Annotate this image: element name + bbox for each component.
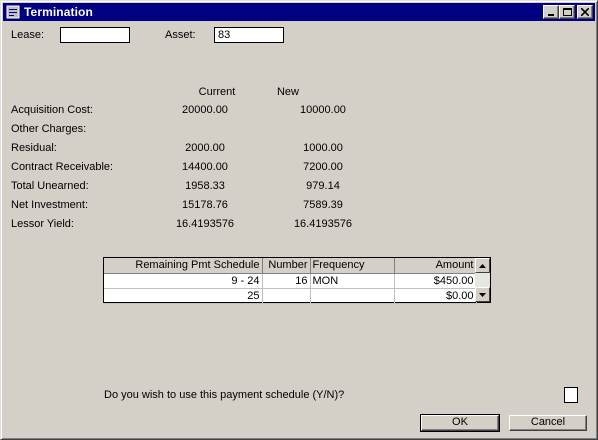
- number-header[interactable]: Number: [262, 258, 311, 274]
- arrow-down-icon: [479, 292, 486, 297]
- close-button[interactable]: [577, 5, 593, 19]
- asset-input[interactable]: 83: [214, 27, 284, 43]
- acquisition-cost-new: 10000.00: [300, 104, 346, 116]
- amount-header[interactable]: Amount: [394, 258, 477, 274]
- maximize-button[interactable]: [559, 5, 575, 19]
- frequency-cell[interactable]: [310, 288, 395, 304]
- lease-input[interactable]: [60, 27, 130, 43]
- residual-new: 1000.00: [303, 142, 343, 154]
- schedule-cell[interactable]: 25: [104, 288, 263, 304]
- frequency-header[interactable]: Frequency: [310, 258, 395, 274]
- current-column-header: Current: [198, 86, 236, 98]
- scroll-track[interactable]: [475, 273, 490, 287]
- acquisition-cost-current: 20000.00: [182, 104, 228, 116]
- cancel-button[interactable]: Cancel: [509, 415, 587, 431]
- contract-receivable-label: Contract Receivable:: [11, 161, 114, 173]
- scroll-up-button[interactable]: [475, 258, 490, 273]
- amount-cell[interactable]: $450.00: [394, 273, 477, 289]
- payment-schedule-prompt: Do you wish to use this payment schedule…: [104, 389, 345, 401]
- window-title: Termination: [24, 5, 93, 19]
- lessor-yield-label: Lessor Yield:: [11, 218, 74, 230]
- total-unearned-label: Total Unearned:: [11, 180, 89, 192]
- contract-receivable-new: 7200.00: [303, 161, 343, 173]
- acquisition-cost-label: Acquisition Cost:: [11, 104, 93, 116]
- number-cell[interactable]: 16: [262, 273, 311, 289]
- arrow-up-icon: [479, 263, 486, 268]
- total-unearned-current: 1958.33: [185, 180, 225, 192]
- use-schedule-input[interactable]: [564, 387, 578, 403]
- number-cell[interactable]: [262, 288, 311, 304]
- lessor-yield-current: 16.4193576: [175, 218, 235, 230]
- maximize-icon: [562, 8, 572, 16]
- scroll-down-button[interactable]: [475, 287, 490, 302]
- residual-label: Residual:: [11, 142, 57, 154]
- lessor-yield-new: 16.4193576: [293, 218, 353, 230]
- new-column-header: New: [276, 86, 299, 98]
- amount-cell[interactable]: $0.00: [394, 288, 477, 304]
- contract-receivable-current: 14400.00: [182, 161, 228, 173]
- document-icon: [6, 5, 20, 19]
- total-unearned-new: 979.14: [306, 180, 340, 192]
- net-investment-current: 15178.76: [182, 199, 228, 211]
- ok-button[interactable]: OK: [420, 414, 500, 432]
- payment-schedule-grid[interactable]: Remaining Pmt Schedule Number Frequency …: [103, 257, 491, 304]
- residual-current: 2000.00: [185, 142, 225, 154]
- title-bar[interactable]: Termination: [3, 3, 595, 21]
- schedule-header[interactable]: Remaining Pmt Schedule: [104, 258, 263, 274]
- table-row[interactable]: 9 - 24 16 MON $450.00: [104, 273, 477, 289]
- other-charges-label: Other Charges:: [11, 123, 87, 135]
- termination-window: Termination Lease: Asset: 83 Current New…: [0, 0, 598, 440]
- schedule-scrollbar[interactable]: [475, 258, 490, 302]
- net-investment-label: Net Investment:: [11, 199, 89, 211]
- schedule-cell[interactable]: 9 - 24: [104, 273, 263, 289]
- net-investment-new: 7589.39: [303, 199, 343, 211]
- minimize-button[interactable]: [543, 5, 559, 19]
- minimize-icon: [548, 14, 554, 16]
- table-row[interactable]: 25 $0.00: [104, 288, 477, 304]
- lease-label: Lease:: [11, 29, 45, 41]
- frequency-cell[interactable]: MON: [310, 273, 395, 289]
- asset-label: Asset:: [165, 29, 196, 41]
- close-icon: [581, 8, 589, 16]
